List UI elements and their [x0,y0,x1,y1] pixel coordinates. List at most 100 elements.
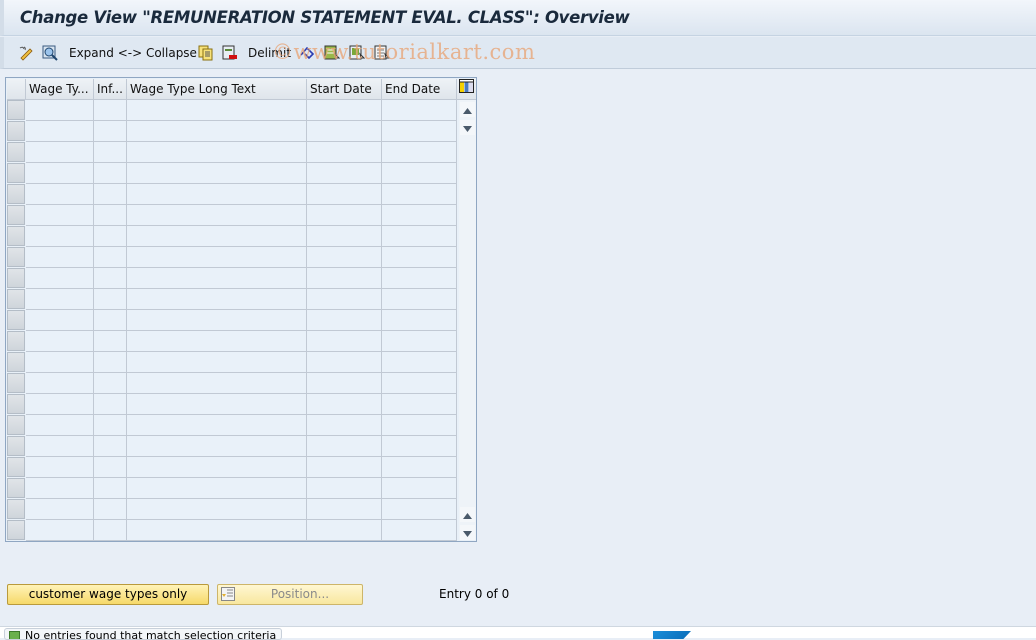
table-cell[interactable] [94,331,127,352]
row-selector[interactable] [7,499,25,519]
table-cell[interactable] [94,142,127,163]
row-selector[interactable] [7,331,25,351]
table-cell[interactable] [307,184,382,205]
table-cell[interactable] [307,121,382,142]
expand-collapse-button[interactable]: Expand <-> Collapse [69,44,197,62]
table-cell[interactable] [307,415,382,436]
table-row[interactable] [7,226,457,247]
table-row[interactable] [7,352,457,373]
row-selector[interactable] [7,121,25,141]
row-selector[interactable] [7,415,25,435]
table-cell[interactable] [94,352,127,373]
vertical-scrollbar[interactable] [459,100,476,540]
select-all-button[interactable] [324,44,341,62]
row-selector[interactable] [7,289,25,309]
table-cell[interactable] [307,226,382,247]
table-cell[interactable] [94,436,127,457]
table-cell[interactable] [127,373,307,394]
table-cell[interactable] [307,436,382,457]
table-cell[interactable] [26,415,94,436]
table-cell[interactable] [94,520,127,541]
table-settings-button[interactable] [457,79,476,100]
table-cell[interactable] [382,100,457,121]
row-selector[interactable] [7,226,25,246]
table-cell[interactable] [307,478,382,499]
table-cell[interactable] [26,247,94,268]
table-cell[interactable] [127,457,307,478]
delete-button[interactable] [222,44,238,62]
table-cell[interactable] [382,499,457,520]
table-cell[interactable] [127,184,307,205]
table-cell[interactable] [382,520,457,541]
table-cell[interactable] [94,268,127,289]
column-header-long-text[interactable]: Wage Type Long Text [127,79,307,100]
table-cell[interactable] [26,268,94,289]
table-cell[interactable] [26,394,94,415]
copy-button[interactable] [198,44,214,62]
table-cell[interactable] [127,415,307,436]
table-cell[interactable] [382,205,457,226]
table-cell[interactable] [382,184,457,205]
column-header-wage-type[interactable]: Wage Ty... [26,79,94,100]
row-selector[interactable] [7,457,25,477]
table-cell[interactable] [382,310,457,331]
table-cell[interactable] [307,373,382,394]
details-button[interactable] [42,44,58,62]
table-cell[interactable] [382,436,457,457]
table-cell[interactable] [94,373,127,394]
table-cell[interactable] [127,100,307,121]
scroll-up-button[interactable] [460,102,475,117]
scroll-down-button[interactable] [460,120,475,135]
row-selector[interactable] [7,205,25,225]
table-cell[interactable] [94,394,127,415]
column-header-end-date[interactable]: End Date [382,79,457,100]
table-cell[interactable] [26,499,94,520]
table-row[interactable] [7,100,457,121]
table-row[interactable] [7,184,457,205]
table-cell[interactable] [94,247,127,268]
table-cell[interactable] [26,520,94,541]
customer-wage-types-only-button[interactable]: customer wage types only [7,584,209,605]
table-row[interactable] [7,310,457,331]
scroll-page-up-button[interactable] [460,507,475,522]
table-cell[interactable] [94,478,127,499]
table-cell[interactable] [94,184,127,205]
status-bar[interactable]: No entries found that match selection cr… [4,628,282,640]
table-cell[interactable] [127,142,307,163]
table-cell[interactable] [382,478,457,499]
table-cell[interactable] [94,457,127,478]
row-selector[interactable] [7,436,25,456]
table-cell[interactable] [307,100,382,121]
table-cell[interactable] [26,373,94,394]
row-selector[interactable] [7,268,25,288]
table-cell[interactable] [26,184,94,205]
table-cell[interactable] [307,394,382,415]
table-cell[interactable] [94,310,127,331]
table-cell[interactable] [127,226,307,247]
table-cell[interactable] [127,163,307,184]
table-cell[interactable] [307,205,382,226]
table-cell[interactable] [94,499,127,520]
table-cell[interactable] [26,310,94,331]
table-cell[interactable] [307,310,382,331]
table-cell[interactable] [307,352,382,373]
table-row[interactable] [7,121,457,142]
table-cell[interactable] [307,499,382,520]
table-cell[interactable] [127,520,307,541]
row-selector[interactable] [7,247,25,267]
table-cell[interactable] [307,457,382,478]
table-cell[interactable] [127,352,307,373]
row-selector[interactable] [7,100,25,120]
table-cell[interactable] [307,520,382,541]
table-cell[interactable] [94,415,127,436]
table-cell[interactable] [26,478,94,499]
table-row[interactable] [7,142,457,163]
table-cell[interactable] [26,205,94,226]
table-row[interactable] [7,499,457,520]
table-cell[interactable] [94,226,127,247]
table-cell[interactable] [127,499,307,520]
table-cell[interactable] [382,268,457,289]
table-cell[interactable] [307,142,382,163]
table-row[interactable] [7,373,457,394]
table-cell[interactable] [127,394,307,415]
